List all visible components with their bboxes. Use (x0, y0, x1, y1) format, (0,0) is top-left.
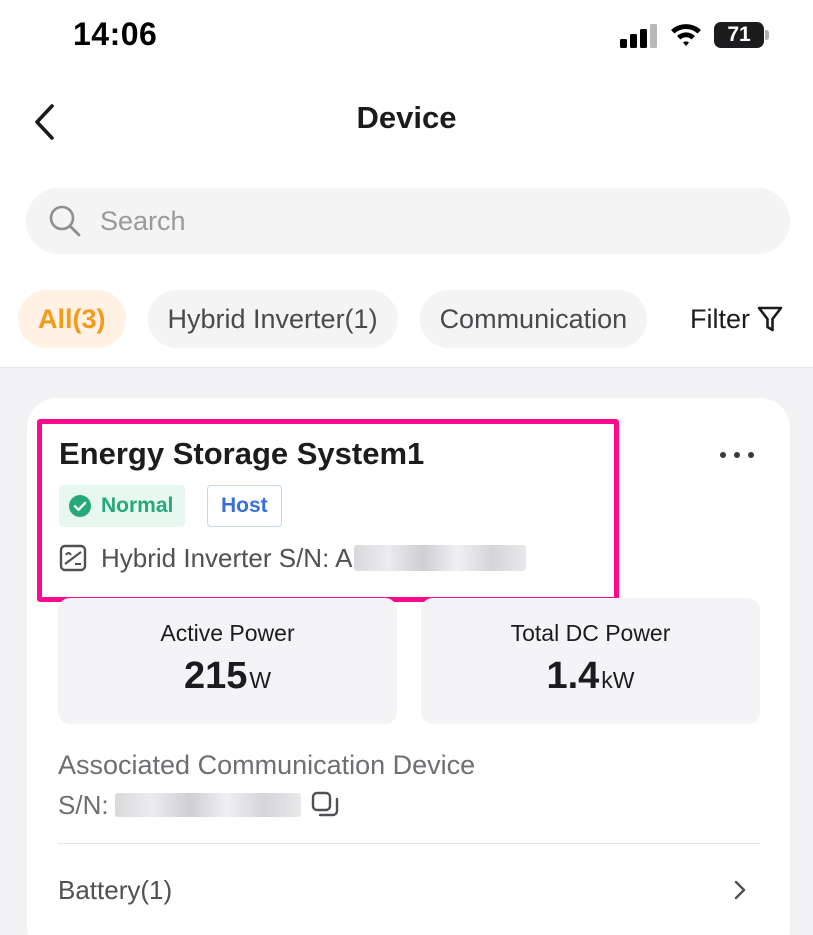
battery-level: 71 (714, 22, 764, 48)
battery-row-label: Battery(1) (58, 874, 173, 905)
redacted-serial (354, 545, 527, 571)
associated-sn-label: S/N: (58, 789, 109, 820)
associated-device-title: Associated Communication Device (58, 750, 476, 780)
cellular-signal-icon (620, 24, 657, 48)
search-bar[interactable] (26, 188, 790, 254)
inverter-sn-label: Hybrid Inverter S/N: A (101, 542, 353, 573)
chip-all[interactable]: All(3) (18, 290, 126, 348)
active-power-value: 215 (183, 655, 248, 697)
status-time: 14:06 (73, 16, 158, 52)
total-dc-power-unit: kW (601, 667, 635, 693)
status-badge-label: Normal (101, 494, 174, 517)
active-power-card: Active Power 215W (58, 598, 397, 724)
filter-funnel-icon (757, 306, 783, 332)
wifi-icon (671, 24, 701, 46)
page-title: Device (356, 100, 457, 135)
more-options-button[interactable] (716, 440, 758, 470)
device-name: Energy Storage System1 (59, 436, 425, 471)
status-bar: 14:06 71 (0, 0, 813, 70)
divider (58, 843, 760, 844)
search-input[interactable] (100, 205, 700, 237)
active-power-label: Active Power (160, 620, 295, 646)
active-power-unit: W (249, 667, 272, 693)
chevron-right-icon (734, 880, 746, 900)
chip-communication[interactable]: Communication (419, 290, 648, 348)
total-dc-power-label: Total DC Power (510, 620, 671, 646)
filter-button[interactable]: Filter (690, 290, 784, 348)
copy-icon[interactable] (311, 791, 339, 819)
inverter-sn-row: Hybrid Inverter S/N: A (59, 541, 527, 575)
search-icon (49, 205, 81, 237)
total-dc-power-card: Total DC Power 1.4kW (421, 598, 760, 724)
inverter-icon (59, 544, 87, 572)
more-icon (720, 452, 726, 458)
battery-icon: 71 (714, 20, 770, 50)
status-badge: Normal (59, 485, 186, 527)
associated-sn-row: S/N: (58, 789, 339, 821)
battery-row[interactable]: Battery(1) (58, 860, 760, 920)
redacted-serial (114, 793, 301, 817)
host-badge: Host (207, 485, 282, 527)
chip-hybrid-inverter[interactable]: Hybrid Inverter(1) (147, 290, 398, 348)
total-dc-power-value: 1.4 (546, 655, 600, 697)
category-filter-row: All(3) Hybrid Inverter(1) Communication … (0, 290, 813, 350)
filter-label: Filter (690, 303, 750, 334)
check-circle-icon (69, 495, 91, 517)
